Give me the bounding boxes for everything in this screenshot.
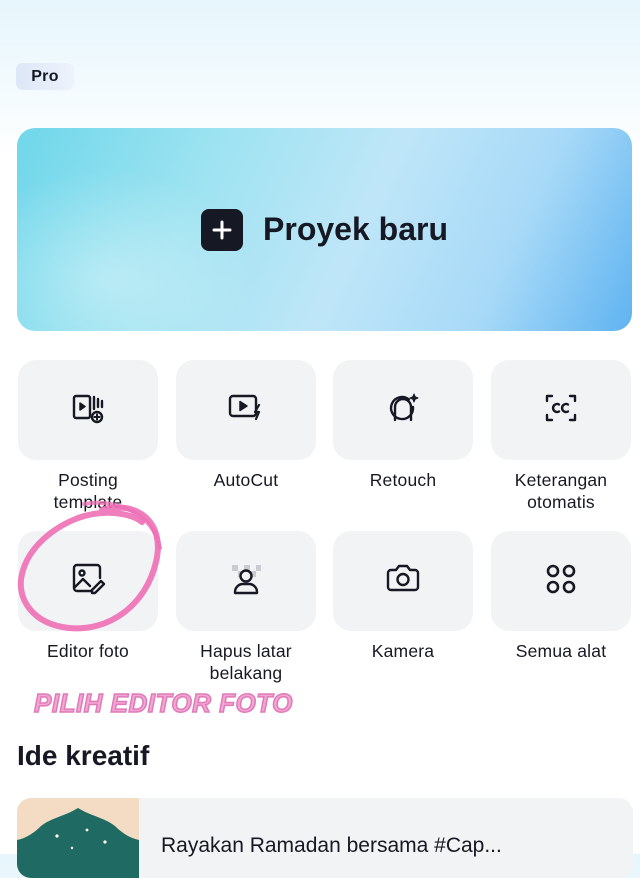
tool-all-tools[interactable]: Semua alat (491, 531, 631, 662)
tool-label: Kamera (371, 641, 435, 661)
photo-editor-icon (70, 561, 106, 602)
tool-auto-captions[interactable]: Keterangan otomatis (491, 360, 631, 513)
idea-thumbnail (17, 798, 139, 878)
all-tools-icon (543, 561, 579, 602)
tool-photo-editor[interactable]: Editor foto (18, 531, 158, 662)
tool-camera[interactable]: Kamera (333, 531, 473, 662)
tool-posting-template[interactable]: Posting template (18, 360, 158, 513)
retouch-icon (385, 390, 421, 431)
tool-label: Posting template (53, 470, 123, 512)
remove-background-icon (228, 561, 264, 602)
tool-retouch[interactable]: Retouch (333, 360, 473, 491)
section-title: Ide kreatif (17, 740, 150, 771)
new-project-label: Proyek baru (263, 211, 448, 247)
new-project-button[interactable]: Proyek baru (17, 128, 632, 331)
template-post-icon (70, 390, 106, 431)
idea-title: Rayakan Ramadan bersama #Cap... (161, 834, 502, 857)
tool-label: Keterangan otomatis (514, 470, 608, 512)
tool-label: Hapus latar belakang (200, 641, 292, 683)
camera-icon (384, 561, 422, 602)
annotation-text: PILIH EDITOR FOTO (33, 687, 293, 719)
tool-autocut[interactable]: AutoCut (176, 360, 316, 491)
plus-icon (201, 208, 244, 251)
tool-label: Editor foto (47, 641, 129, 661)
captions-icon (543, 390, 579, 431)
autocut-icon (227, 390, 265, 431)
tool-label: AutoCut (213, 470, 279, 490)
tool-label: Retouch (369, 470, 437, 490)
idea-card[interactable]: Rayakan Ramadan bersama #Cap... (17, 798, 633, 878)
pro-badge[interactable]: Pro (16, 63, 74, 90)
tool-label: Semua alat (515, 641, 607, 661)
tool-remove-background[interactable]: Hapus latar belakang (176, 531, 316, 684)
